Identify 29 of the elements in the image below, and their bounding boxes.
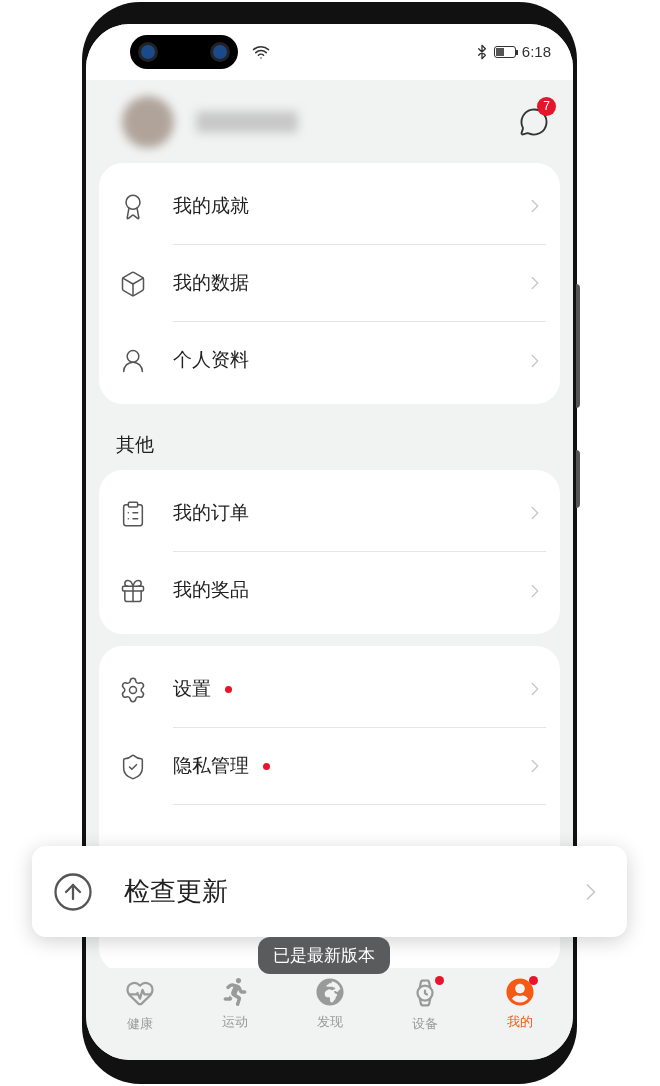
- menu-item[interactable]: 隐私管理: [99, 728, 560, 805]
- menu-item[interactable]: 我的成就: [99, 168, 560, 245]
- person-icon: [505, 978, 534, 1006]
- wifi-icon: [252, 43, 270, 61]
- menu-label: 个人资料: [173, 348, 249, 373]
- battery-icon: [493, 46, 518, 58]
- menu-label: 我的成就: [173, 193, 249, 218]
- side-key: [576, 450, 580, 508]
- menu-label: 我的奖品: [173, 578, 249, 603]
- toast: 已是最新版本: [258, 937, 390, 974]
- upload-icon: [52, 870, 94, 913]
- message-badge: 7: [537, 96, 556, 116]
- menu-label: 设置: [173, 676, 211, 701]
- menu-item[interactable]: 我的订单: [99, 475, 560, 552]
- menu-item[interactable]: 个人资料: [99, 322, 560, 399]
- menu-label: 我的订单: [173, 500, 249, 525]
- menu-item[interactable]: 我的奖品: [99, 552, 560, 629]
- menu-label: 隐私管理: [173, 753, 249, 778]
- menu-item[interactable]: 设置: [99, 651, 560, 728]
- menu-item[interactable]: 我的数据: [99, 245, 560, 322]
- avatar: [122, 95, 174, 148]
- settings-icon: [119, 675, 147, 704]
- menu-label: 我的数据: [173, 270, 249, 295]
- section-title: 其他: [115, 432, 155, 457]
- popup-label: 检查更新: [124, 875, 228, 908]
- globe-icon: [315, 978, 344, 1006]
- clock: 6:18: [521, 41, 551, 62]
- update-popup[interactable]: 检查更新: [32, 846, 627, 937]
- cube-icon: [119, 269, 147, 298]
